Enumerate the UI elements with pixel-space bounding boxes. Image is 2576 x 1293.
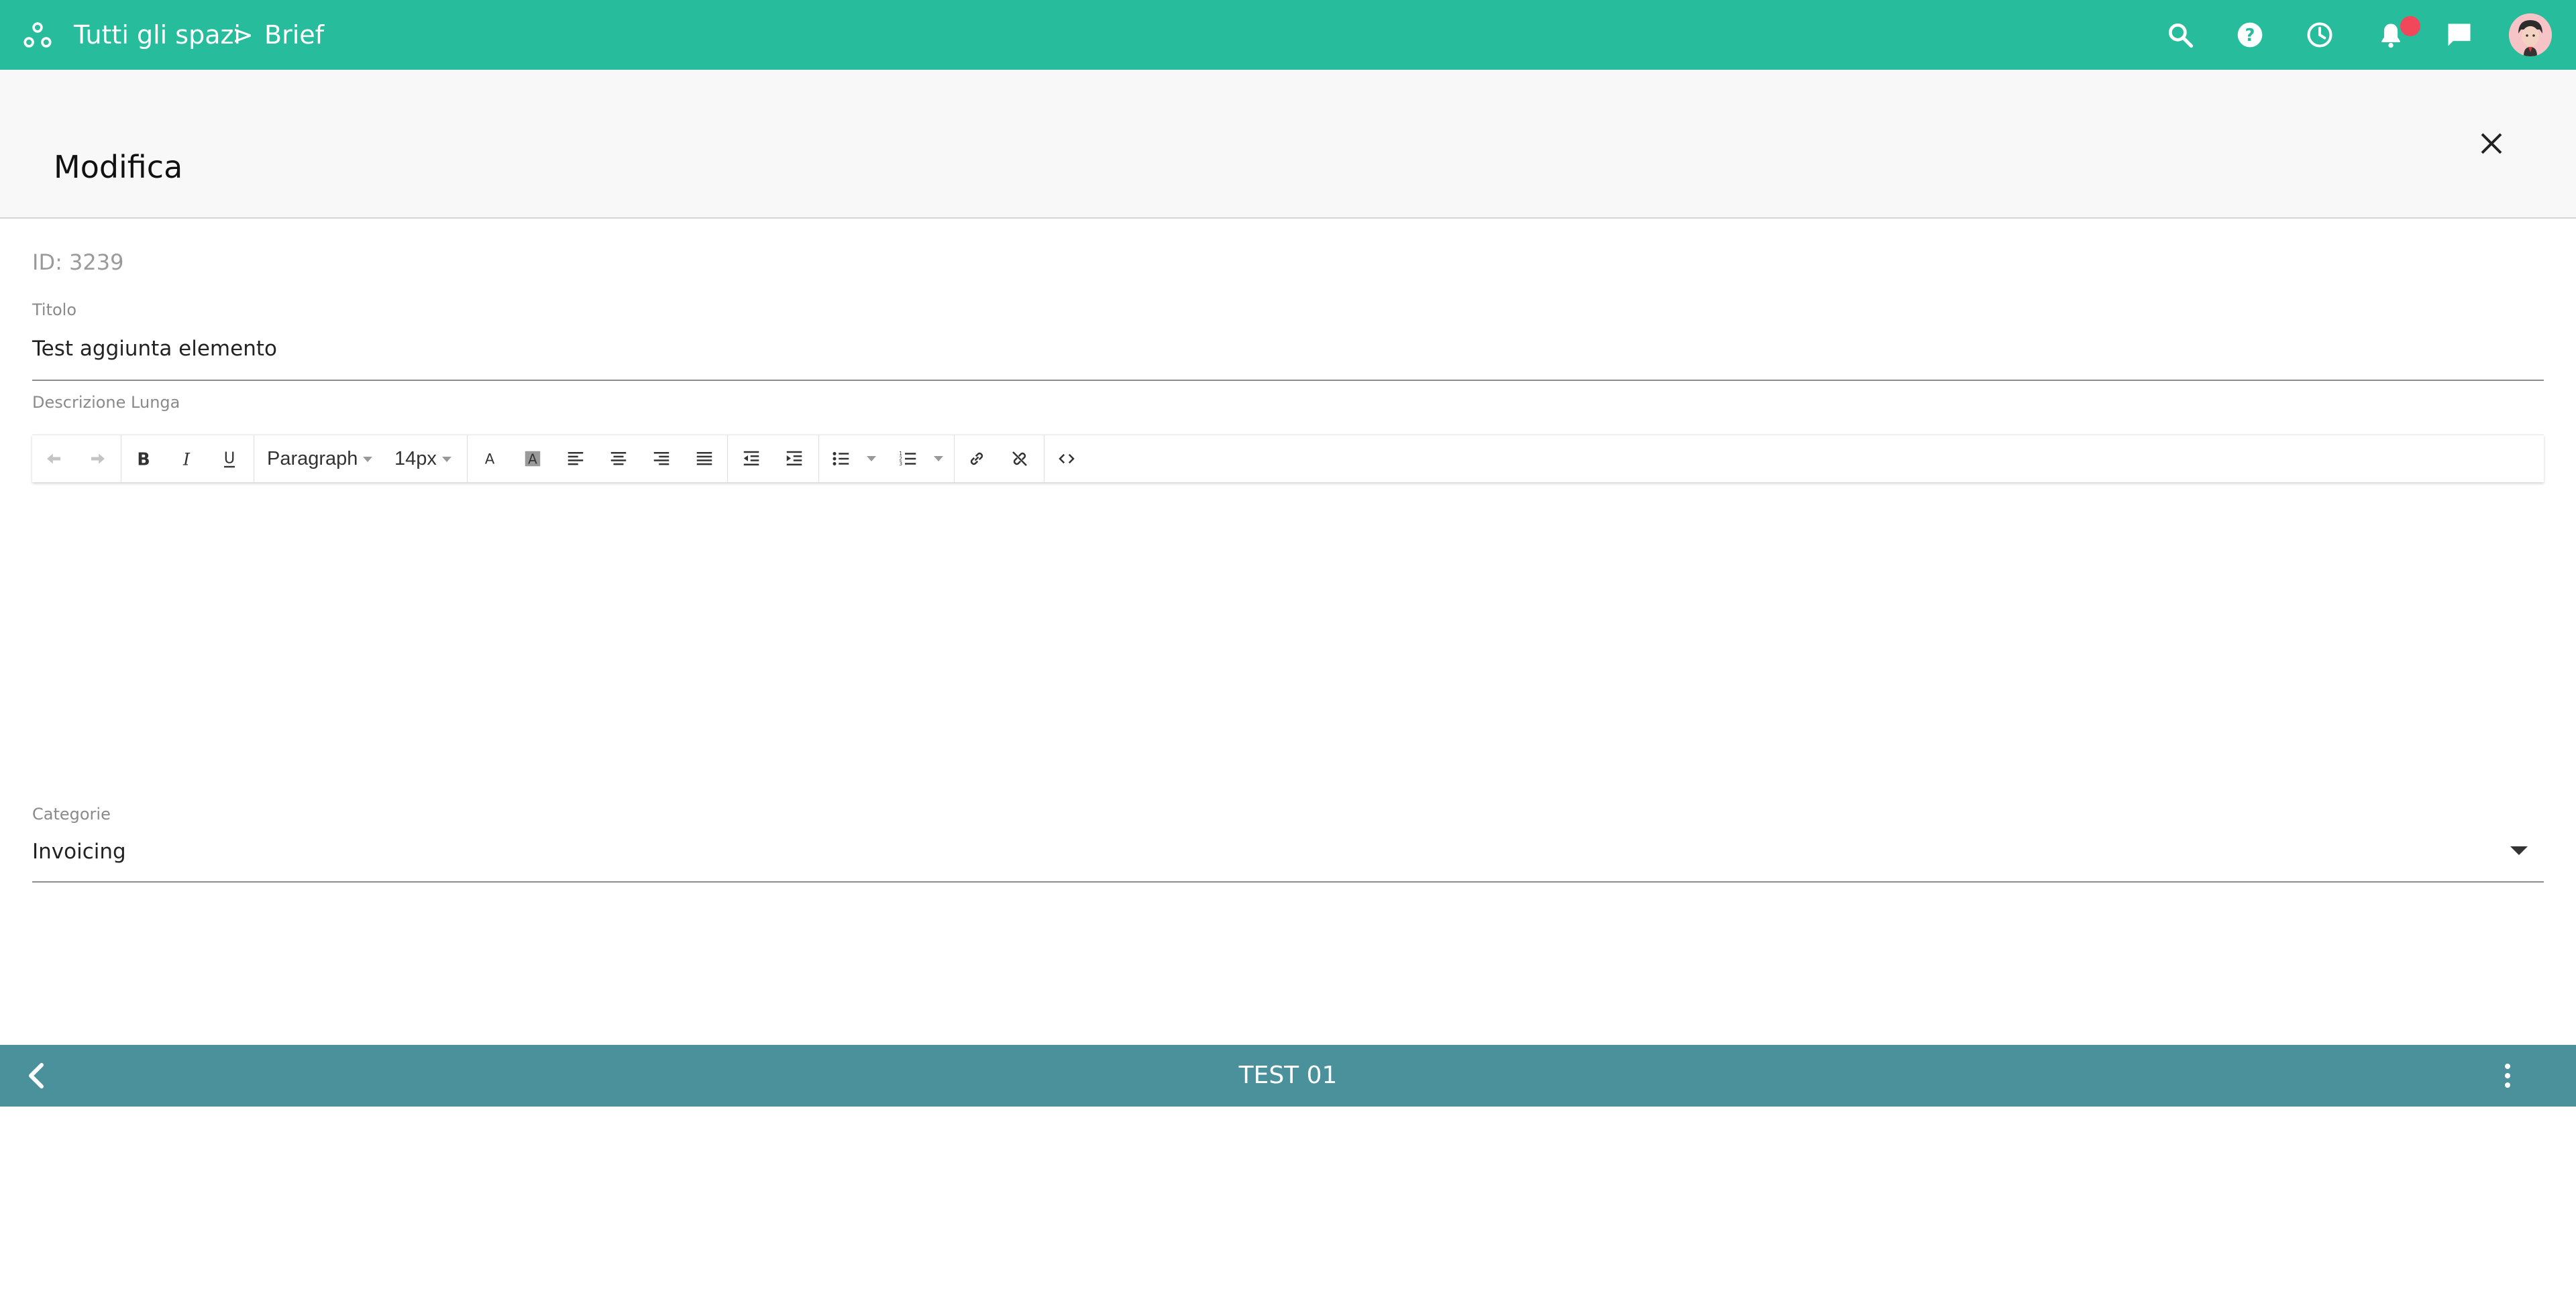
indent-button[interactable] — [780, 444, 809, 473]
unlink-icon — [1012, 451, 1027, 466]
toolbar-separator — [727, 435, 728, 482]
link-button[interactable] — [962, 444, 991, 473]
link-icon — [970, 452, 983, 465]
font-color-icon: A — [485, 451, 495, 468]
categorie-underline — [32, 881, 2544, 883]
notification-badge — [2400, 16, 2420, 36]
background-color-icon: A — [525, 451, 541, 467]
svg-text:I: I — [182, 449, 191, 469]
outdent-button[interactable] — [737, 444, 766, 473]
italic-icon: I — [182, 449, 191, 469]
titolo-input[interactable]: Test aggiunta elemento — [32, 337, 277, 361]
align-center-button[interactable] — [604, 444, 633, 473]
breadcrumb-separator: > — [232, 20, 254, 50]
dialog-header — [0, 70, 2576, 219]
underline-button[interactable]: U — [215, 444, 244, 473]
font-size-select[interactable]: 14px — [394, 435, 451, 482]
svg-text:3: 3 — [899, 461, 902, 467]
redo-button[interactable] — [83, 444, 113, 473]
paragraph-select[interactable]: Paragraph — [267, 435, 373, 482]
bottom-bar-title: TEST 01 — [1238, 1062, 1338, 1089]
align-right-icon — [653, 452, 669, 465]
bullet-list-button[interactable] — [826, 444, 856, 473]
undo-button[interactable] — [39, 444, 68, 473]
font-size-select-label: 14px — [394, 448, 437, 469]
svg-text:B: B — [137, 449, 150, 469]
breadcrumb-current[interactable]: Brief — [264, 0, 324, 70]
svg-text:A: A — [528, 451, 537, 467]
chat-icon[interactable] — [2445, 20, 2474, 50]
numbered-list-chevron-down-icon[interactable] — [934, 456, 943, 461]
align-justify-icon — [696, 452, 712, 465]
align-justify-button[interactable] — [690, 444, 719, 473]
redo-icon — [91, 453, 105, 464]
unlink-button[interactable] — [1005, 444, 1034, 473]
editor-toolbar: B I U Paragraph 14px A A 123 — [32, 435, 2544, 482]
record-id: ID: 3239 — [32, 249, 124, 275]
avatar[interactable] — [2509, 13, 2552, 56]
back-chevron-icon[interactable] — [21, 1060, 54, 1092]
underline-icon: U — [224, 450, 235, 468]
help-icon[interactable]: ? — [2235, 20, 2265, 50]
chevron-down-icon — [363, 457, 373, 463]
align-left-icon — [568, 452, 584, 465]
align-right-button[interactable] — [647, 444, 676, 473]
italic-button[interactable]: I — [172, 444, 201, 473]
toolbar-separator — [467, 435, 468, 482]
dropdown-arrow-icon[interactable] — [2510, 846, 2528, 855]
outdent-icon — [743, 451, 759, 465]
svg-text:A: A — [485, 451, 495, 468]
breadcrumb-root[interactable]: Tutti gli spazi — [74, 0, 241, 70]
descrizione-label: Descrizione Lunga — [32, 393, 180, 412]
numbered-list-icon: 123 — [899, 451, 916, 467]
toolbar-separator — [954, 435, 955, 482]
svg-text:?: ? — [2245, 25, 2255, 46]
bullet-list-chevron-down-icon[interactable] — [867, 456, 876, 461]
paragraph-select-label: Paragraph — [267, 448, 358, 469]
categorie-select[interactable]: Invoicing — [32, 840, 126, 864]
undo-icon — [47, 453, 60, 464]
close-icon[interactable] — [2475, 127, 2508, 160]
avatar-face-icon — [2509, 13, 2552, 56]
svg-text:U: U — [224, 450, 235, 467]
description-editor[interactable] — [32, 482, 2544, 777]
history-icon[interactable] — [2305, 20, 2334, 50]
titolo-underline — [32, 380, 2544, 381]
logo-icon[interactable] — [23, 20, 52, 50]
align-center-icon — [610, 452, 627, 465]
titolo-label: Titolo — [32, 300, 77, 319]
code-icon — [1059, 453, 1075, 464]
bold-icon: B — [137, 449, 150, 469]
background-color-button[interactable]: A — [518, 444, 547, 473]
bullet-list-icon — [833, 452, 849, 465]
source-code-button[interactable] — [1052, 444, 1081, 473]
indent-icon — [786, 451, 802, 465]
dialog-title: Modifica — [54, 149, 183, 185]
categorie-label: Categorie — [32, 805, 111, 824]
align-left-button[interactable] — [561, 444, 590, 473]
search-icon[interactable] — [2165, 20, 2195, 50]
bold-button[interactable]: B — [129, 444, 158, 473]
font-color-button[interactable]: A — [475, 444, 504, 473]
bottom-bar: TEST 01 — [0, 1045, 2576, 1107]
numbered-list-button[interactable]: 123 — [894, 444, 923, 473]
toolbar-separator — [818, 435, 819, 482]
top-app-bar: Tutti gli spazi > Brief ? — [0, 0, 2576, 70]
chevron-down-icon — [441, 457, 451, 463]
more-vert-icon[interactable] — [2491, 1060, 2524, 1092]
